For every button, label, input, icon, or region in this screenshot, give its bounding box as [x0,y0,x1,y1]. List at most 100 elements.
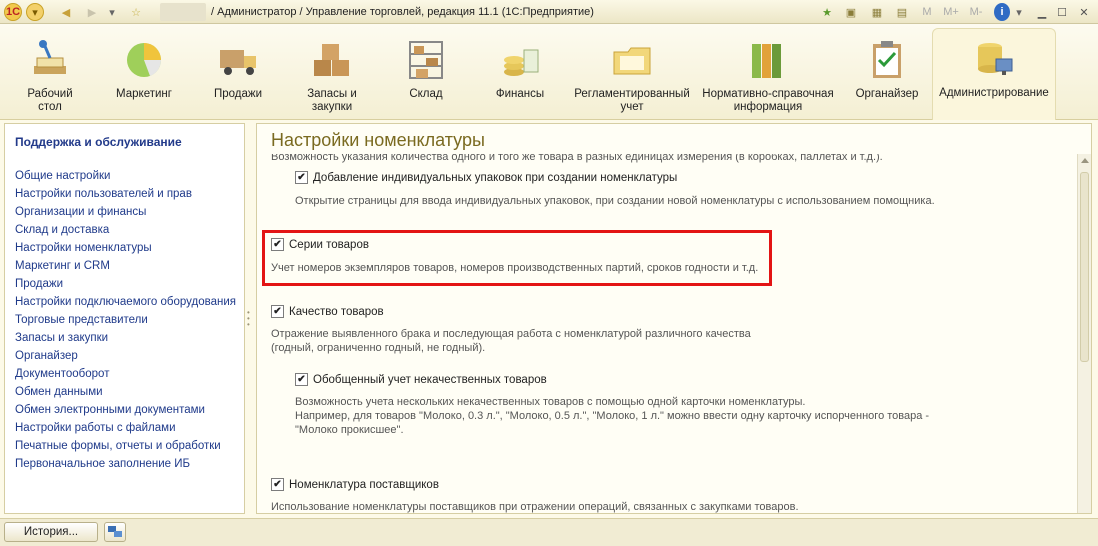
suppliers-checkbox[interactable]: ✔ [271,478,284,491]
sidebar-item-sales-reps[interactable]: Торговые представители [15,311,236,329]
sidebar-item-edi[interactable]: Обмен электронными документами [15,401,236,419]
database-icon [978,43,1013,75]
sidebar-item-documents[interactable]: Документооборот [15,365,236,383]
app-logo-icon[interactable]: 1С [4,3,22,21]
forward-arrow-icon[interactable]: ▶ [84,3,100,21]
info-icon[interactable]: i [994,3,1010,21]
section-regulated-accounting[interactable]: Регламентированный учет [572,30,692,118]
page-title: Настройки номенклатуры [271,130,485,150]
quality-description-1: Отражение выявленного брака и последующа… [271,328,751,340]
main-menu-dropdown-icon[interactable]: ▾ [26,3,44,21]
defective-checkbox[interactable]: ✔ [295,373,308,386]
folder-icon [613,47,651,75]
history-button[interactable]: История... [4,522,98,542]
sidebar-item-organizations[interactable]: Организации и финансы [15,203,236,221]
section-sales[interactable]: Продажи [202,30,274,118]
section-organizer[interactable]: Органайзер [848,30,926,118]
warehouse-icon [409,41,443,79]
clipboard-icon [873,41,901,78]
sidebar-item-files[interactable]: Настройки работы с файлами [15,419,236,437]
packages-checkbox[interactable]: ✔ [295,171,308,184]
sidebar-item-organizer[interactable]: Органайзер [15,347,236,365]
sidebar: Поддержка и обслуживание Общие настройки… [4,123,245,514]
section-label: Органайзер [855,88,919,100]
sidebar-item-initial-fill[interactable]: Первоначальное заполнение ИБ [15,455,236,473]
suppliers-description: Использование номенклатуры поставщиков п… [271,501,799,513]
add-favorite-icon[interactable]: ★ [818,3,836,21]
section-desktop[interactable]: Рабочий стол [14,30,86,118]
memory-m-button[interactable]: M [920,3,934,21]
section-warehouse[interactable]: Склад [390,30,462,118]
section-label: Запасы и [307,88,357,100]
suppliers-option[interactable]: ✔ Номенклатура поставщиков [271,478,439,491]
defective-option[interactable]: ✔ Обобщенный учет некачественных товаров [295,373,547,386]
scroll-up-icon[interactable] [1081,158,1089,163]
boxes-icon [314,44,349,76]
maximize-icon[interactable]: ☐ [1054,3,1070,21]
close-icon[interactable]: ✕ [1076,3,1092,21]
section-label: закупки [311,101,353,113]
computers-icon [108,526,122,537]
section-label: Рабочий [27,88,73,100]
calculator-icon[interactable]: ▦ [868,3,886,21]
info-dropdown-icon[interactable]: ▾ [1014,3,1024,21]
sidebar-item-data-exchange[interactable]: Обмен данными [15,383,236,401]
section-label: учет [620,101,644,113]
defective-description-3: "Молоко прокисшее". [295,424,404,436]
quality-option[interactable]: ✔ Качество товаров [271,305,384,318]
sidebar-list: Общие настройки Настройки пользователей … [15,167,236,473]
cut-off-description: Возможность указания количества одного и… [271,154,883,163]
section-label: Продажи [213,88,263,100]
sidebar-item-sales[interactable]: Продажи [15,275,236,293]
packages-description: Открытие страницы для ввода индивидуальн… [295,195,935,207]
suppliers-label: Номенклатура поставщиков [289,478,439,491]
sidebar-item-stocks[interactable]: Запасы и закупки [15,329,236,347]
sidebar-header: Поддержка и обслуживание [15,135,182,149]
back-arrow-icon[interactable]: ◀ [58,3,74,21]
section-label: Финансы [495,88,545,100]
scroll-thumb[interactable] [1080,172,1089,362]
pie-chart-icon [127,43,162,77]
section-label: Администрирование [939,87,1049,99]
section-administration[interactable]: Администрирование [932,28,1056,120]
section-marketing[interactable]: Маркетинг [108,30,180,118]
section-label: Склад [409,88,443,100]
sidebar-item-general-settings[interactable]: Общие настройки [15,167,236,185]
sidebar-item-marketing-crm[interactable]: Маркетинг и CRM [15,257,236,275]
window-title: / Администратор / Управление торговлей, … [211,6,594,18]
bookmark-icon[interactable]: ▣ [842,3,860,21]
redacted-infobase-name [160,3,206,21]
section-finance[interactable]: Финансы [484,30,556,118]
defective-label: Обобщенный учет некачественных товаров [313,373,547,386]
sidebar-item-equipment[interactable]: Настройки подключаемого оборудования [15,293,236,311]
favorites-star-icon[interactable]: ☆ [128,3,144,21]
sidebar-item-nomenclature-settings[interactable]: Настройки номенклатуры [15,239,236,257]
minimize-icon[interactable]: ▁ [1034,3,1050,21]
vertical-scrollbar[interactable] [1077,154,1091,513]
calendar-icon[interactable]: ▤ [893,3,911,21]
binders-icon [752,44,781,78]
series-option[interactable]: ✔ Серии товаров [271,238,369,251]
memory-minus-button[interactable]: M- [966,3,986,21]
truck-icon [220,50,256,75]
memory-plus-button[interactable]: M+ [940,3,962,21]
series-description: Учет номеров экземпляров товаров, номеро… [271,262,759,274]
panel-splitter[interactable]: • • • [247,309,253,329]
packages-label: Добавление индивидуальных упаковок при с… [313,171,678,184]
section-label: информация [733,101,803,113]
quality-label: Качество товаров [289,305,384,318]
history-dropdown-icon[interactable]: ▾ [106,3,118,21]
defective-description-2: Например, для товаров "Молоко, 0.3 л.", … [295,410,930,422]
sidebar-item-warehouse[interactable]: Склад и доставка [15,221,236,239]
network-icon[interactable] [104,522,126,542]
quality-checkbox[interactable]: ✔ [271,305,284,318]
settings-content: Возможность указания количества одного и… [257,154,1077,513]
sidebar-item-print-forms[interactable]: Печатные формы, отчеты и обработки [15,437,236,455]
section-reference-info[interactable]: Нормативно-справочная информация [700,30,836,118]
series-checkbox[interactable]: ✔ [271,238,284,251]
sidebar-item-users-rights[interactable]: Настройки пользователей и прав [15,185,236,203]
section-stocks[interactable]: Запасы и закупки [296,30,368,118]
bottom-bar: История... [0,518,1098,546]
section-label: Регламентированный [574,88,690,100]
packages-option[interactable]: ✔ Добавление индивидуальных упаковок при… [295,171,677,184]
